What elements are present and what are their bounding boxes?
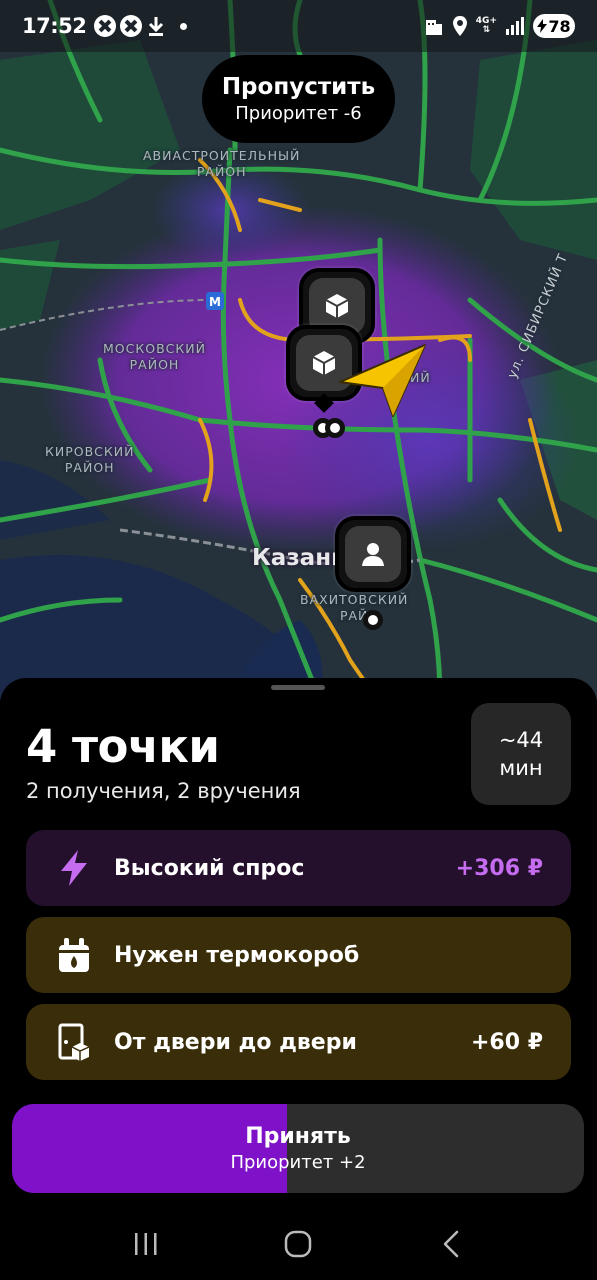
building-icon [425, 20, 442, 35]
feature-label: Высокий спрос [114, 855, 305, 881]
status-bar: 17:52 4G+ ⇅ 78 [0, 0, 597, 52]
recipient-marker[interactable] [335, 516, 411, 592]
sheet-grabber[interactable] [271, 685, 325, 690]
back-button[interactable] [421, 1219, 481, 1269]
more-notifications-icon [180, 22, 188, 30]
feature-label: От двери до двери [114, 1029, 357, 1055]
status-time: 17:52 [22, 14, 87, 38]
district-label: ВАХИТОВСКИЙ РАЙ [300, 592, 409, 623]
app-notification-icon [94, 15, 117, 37]
route-point [363, 610, 383, 630]
eta-value: ~44 [498, 728, 544, 752]
points-title: 4 точки [26, 720, 220, 773]
feature-high-demand[interactable]: Высокий спрос +306 ₽ [26, 830, 571, 906]
feature-value: +60 ₽ [470, 1029, 543, 1055]
accept-priority: Приоритет +2 [230, 1152, 366, 1173]
charging-icon [537, 19, 548, 33]
eta-box: ~44 мин [471, 703, 571, 805]
battery-indicator: 78 [533, 14, 575, 38]
back-icon [443, 1230, 459, 1258]
feature-value: +306 ₽ [455, 855, 543, 881]
recents-icon [135, 1233, 157, 1255]
eta-unit: мин [499, 756, 543, 780]
accept-button[interactable]: Принять Приоритет +2 [12, 1104, 584, 1193]
feature-door-to-door[interactable]: От двери до двери +60 ₽ [26, 1004, 571, 1080]
system-nav-bar [0, 1208, 597, 1280]
location-icon [452, 16, 467, 36]
skip-priority: Приоритет -6 [235, 103, 362, 124]
district-label: КИРОВСКИЙ РАЙОН [45, 444, 135, 475]
door-icon [54, 1022, 94, 1062]
signal-icon [506, 17, 524, 35]
svg-text:M: M [209, 295, 221, 309]
order-sheet: 4 точки 2 получения, 2 вручения ~44 мин … [0, 678, 597, 1280]
skip-title: Пропустить [221, 74, 376, 100]
route-point [325, 418, 345, 438]
city-label: Казань [252, 545, 346, 571]
lightning-icon [54, 848, 94, 888]
home-button[interactable] [268, 1219, 328, 1269]
download-icon [149, 17, 164, 36]
points-subtitle: 2 получения, 2 вручения [26, 779, 301, 803]
district-label: АВИАСТРОИТЕЛЬНЫЙ РАЙОН [143, 148, 301, 179]
feature-label: Нужен термокороб [114, 942, 360, 968]
feature-thermobox[interactable]: Нужен термокороб [26, 917, 571, 993]
app-notification-icon [120, 15, 143, 37]
accept-title: Принять [245, 1124, 351, 1149]
courier-location-arrow-icon [339, 344, 426, 417]
box-icon [325, 294, 349, 318]
district-label: МОСКОВСКИЙ РАЙОН [103, 341, 206, 372]
person-icon [362, 543, 384, 566]
network-type: 4G+ ⇅ [475, 16, 497, 35]
recent-apps-button[interactable] [116, 1219, 176, 1269]
skip-button[interactable]: Пропустить Приоритет -6 [202, 55, 395, 143]
thermobox-icon [54, 935, 94, 975]
home-icon [285, 1230, 312, 1258]
